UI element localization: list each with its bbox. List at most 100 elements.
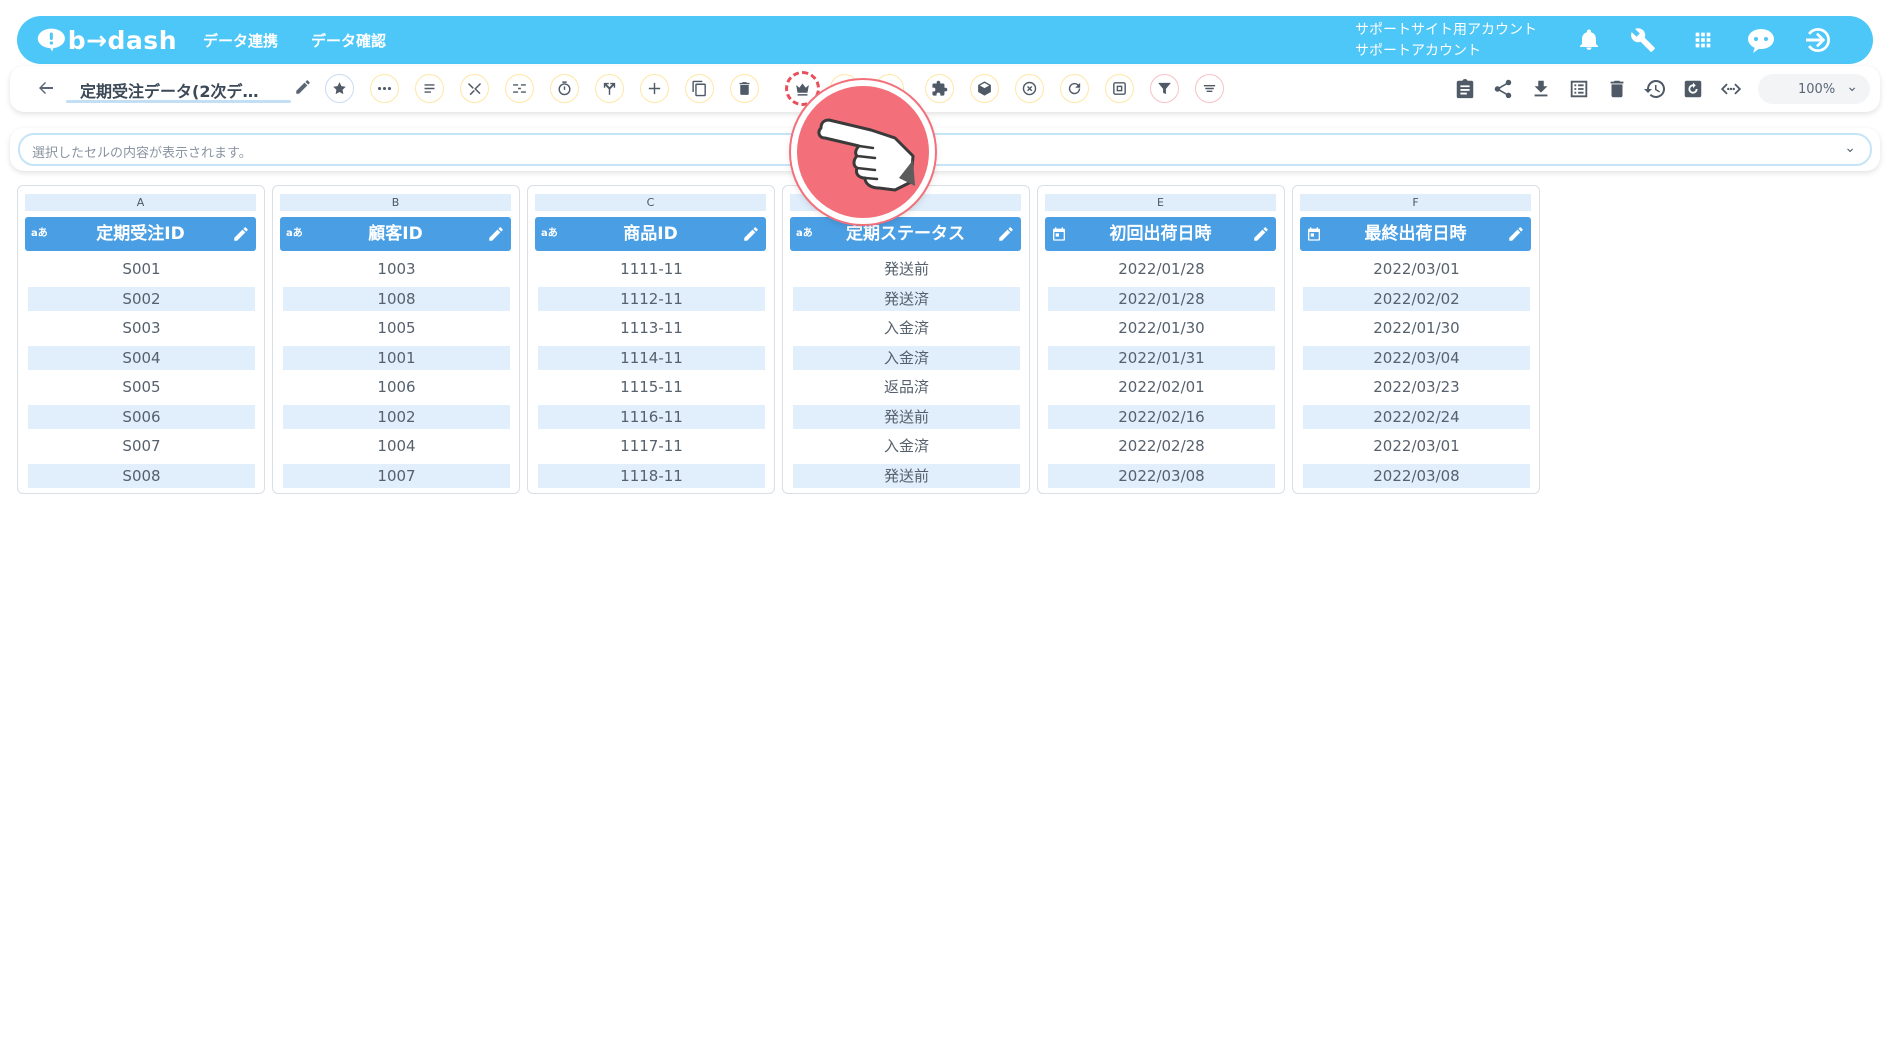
back-arrow-icon[interactable] bbox=[34, 76, 58, 100]
table-cell[interactable]: 2022/03/23 bbox=[1303, 375, 1530, 399]
column-header[interactable]: 最終出荷日時 bbox=[1300, 217, 1531, 251]
table-cell[interactable]: 発送前 bbox=[793, 404, 1020, 429]
column-header[interactable]: aあ 定期受注ID bbox=[25, 217, 256, 251]
table-cell[interactable]: 2022/02/28 bbox=[1048, 434, 1275, 458]
frame-icon[interactable] bbox=[1105, 74, 1134, 103]
puzzle-icon[interactable] bbox=[925, 74, 954, 103]
table-cell[interactable]: 発送済 bbox=[793, 286, 1020, 311]
pencil-icon[interactable] bbox=[742, 225, 760, 243]
pencil-icon[interactable] bbox=[232, 225, 250, 243]
document-title[interactable]: 定期受注データ(2次デ… bbox=[80, 78, 258, 102]
pencil-icon[interactable] bbox=[487, 225, 505, 243]
split-icon[interactable] bbox=[595, 74, 624, 103]
column-letter[interactable]: B bbox=[280, 194, 511, 211]
table-cell[interactable]: 1004 bbox=[283, 434, 510, 458]
pencil-icon[interactable] bbox=[1507, 225, 1525, 243]
column-header[interactable]: aあ 商品ID bbox=[535, 217, 766, 251]
column-transform-icon[interactable] bbox=[505, 74, 534, 103]
table-cell[interactable]: 2022/03/04 bbox=[1303, 345, 1530, 370]
table-cell[interactable]: 1002 bbox=[283, 404, 510, 429]
table-cell[interactable]: 2022/01/31 bbox=[1048, 345, 1275, 370]
copy-icon[interactable] bbox=[685, 74, 714, 103]
trash-icon[interactable] bbox=[730, 74, 759, 103]
more-horiz-icon[interactable] bbox=[370, 74, 399, 103]
box-icon[interactable] bbox=[970, 74, 999, 103]
table-cell[interactable]: 1115-11 bbox=[538, 375, 765, 399]
table-cell[interactable]: S005 bbox=[28, 375, 255, 399]
filter-icon[interactable] bbox=[1150, 74, 1179, 103]
table-cell[interactable]: 2022/01/30 bbox=[1048, 316, 1275, 340]
table-cell[interactable]: S008 bbox=[28, 463, 255, 488]
table-cell[interactable]: 2022/01/30 bbox=[1303, 316, 1530, 340]
table-cell[interactable]: 2022/03/01 bbox=[1303, 257, 1530, 281]
table-cell[interactable]: 1003 bbox=[283, 257, 510, 281]
nav-data-link[interactable]: データ連携 bbox=[203, 30, 278, 51]
table-cell[interactable]: 2022/02/24 bbox=[1303, 404, 1530, 429]
account-info[interactable]: サポートサイト用アカウント サポートアカウント bbox=[1355, 20, 1537, 62]
column-letter[interactable]: A bbox=[25, 194, 256, 211]
table-cell[interactable]: 1008 bbox=[283, 286, 510, 311]
table-cell[interactable]: S002 bbox=[28, 286, 255, 311]
table-cell[interactable]: 2022/01/28 bbox=[1048, 286, 1275, 311]
nav-data-check[interactable]: データ確認 bbox=[311, 30, 386, 51]
table-cell[interactable]: 1007 bbox=[283, 463, 510, 488]
apps-grid-icon[interactable] bbox=[1687, 24, 1719, 56]
table-cell[interactable]: 発送前 bbox=[793, 257, 1020, 281]
refresh-icon[interactable] bbox=[1060, 74, 1089, 103]
table-cell[interactable]: 1111-11 bbox=[538, 257, 765, 281]
reload-icon[interactable] bbox=[1680, 76, 1706, 102]
table-cell[interactable]: 入金済 bbox=[793, 316, 1020, 340]
table-cell[interactable]: 1005 bbox=[283, 316, 510, 340]
table-cell[interactable]: 2022/03/01 bbox=[1303, 434, 1530, 458]
table-cell[interactable]: 2022/02/02 bbox=[1303, 286, 1530, 311]
table-cell[interactable]: S001 bbox=[28, 257, 255, 281]
download-icon[interactable] bbox=[1528, 76, 1554, 102]
column-letter[interactable]: C bbox=[535, 194, 766, 211]
table-cell[interactable]: 1118-11 bbox=[538, 463, 765, 488]
logo[interactable]: b→dash bbox=[37, 22, 177, 58]
table-cell[interactable]: 入金済 bbox=[793, 345, 1020, 370]
cell-content-field[interactable]: 選択したセルの内容が表示されます。 ⌄ bbox=[18, 133, 1872, 166]
table-cell[interactable]: 入金済 bbox=[793, 434, 1020, 458]
table-cell[interactable]: S004 bbox=[28, 345, 255, 370]
clipboard-icon[interactable] bbox=[1452, 76, 1478, 102]
zoom-select[interactable]: 100% ⌄ bbox=[1758, 74, 1870, 104]
column-header[interactable]: aあ 定期ステータス bbox=[790, 217, 1021, 251]
column-header[interactable]: 初回出荷日時 bbox=[1045, 217, 1276, 251]
table-cell[interactable]: 1114-11 bbox=[538, 345, 765, 370]
pencil-icon[interactable] bbox=[1252, 225, 1270, 243]
bell-icon[interactable] bbox=[1573, 24, 1605, 56]
table-cell[interactable]: 2022/03/08 bbox=[1303, 463, 1530, 488]
table-cell[interactable]: S003 bbox=[28, 316, 255, 340]
code-icon[interactable] bbox=[1718, 76, 1744, 102]
column-letter[interactable]: E bbox=[1045, 194, 1276, 211]
table-cell[interactable]: 2022/02/01 bbox=[1048, 375, 1275, 399]
chevron-down-icon[interactable]: ⌄ bbox=[1844, 140, 1856, 156]
table-cell[interactable]: 1116-11 bbox=[538, 404, 765, 429]
table-cell[interactable]: 1006 bbox=[283, 375, 510, 399]
table-cell[interactable]: 返品済 bbox=[793, 375, 1020, 399]
star-icon[interactable] bbox=[325, 74, 354, 103]
tag-icon[interactable] bbox=[1195, 74, 1224, 103]
timer-icon[interactable] bbox=[550, 74, 579, 103]
table-cell[interactable]: 1117-11 bbox=[538, 434, 765, 458]
history-icon[interactable] bbox=[1642, 76, 1668, 102]
table-cell[interactable]: 2022/03/08 bbox=[1048, 463, 1275, 488]
table-cell[interactable]: 2022/02/16 bbox=[1048, 404, 1275, 429]
table-cell[interactable]: 1001 bbox=[283, 345, 510, 370]
column-header[interactable]: aあ 顧客ID bbox=[280, 217, 511, 251]
table-cell[interactable]: 1112-11 bbox=[538, 286, 765, 311]
pencil-icon[interactable] bbox=[997, 225, 1015, 243]
table-cell[interactable]: S006 bbox=[28, 404, 255, 429]
delete-icon[interactable] bbox=[1604, 76, 1630, 102]
table-cell[interactable]: 2022/01/28 bbox=[1048, 257, 1275, 281]
table-cell[interactable]: 発送前 bbox=[793, 463, 1020, 488]
pencil-icon[interactable] bbox=[294, 78, 312, 96]
chat-bot-icon[interactable] bbox=[1745, 24, 1777, 56]
wrench-icon[interactable] bbox=[1627, 24, 1659, 56]
column-letter[interactable]: F bbox=[1300, 194, 1531, 211]
list-icon[interactable] bbox=[1566, 76, 1592, 102]
notes-icon[interactable] bbox=[415, 74, 444, 103]
merge-tools-icon[interactable] bbox=[460, 74, 489, 103]
table-cell[interactable]: 1113-11 bbox=[538, 316, 765, 340]
